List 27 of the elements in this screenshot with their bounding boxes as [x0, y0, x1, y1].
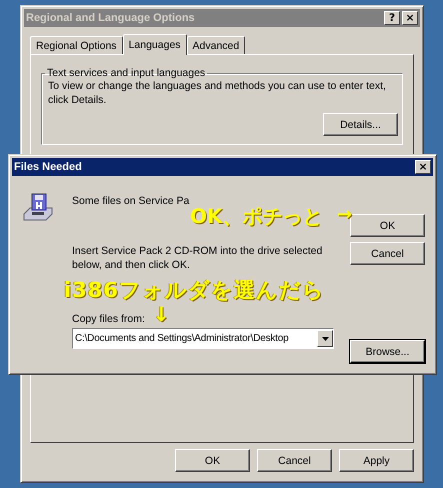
help-button[interactable]: ?: [384, 11, 400, 25]
dialog-button[interactable]: Apply: [339, 449, 414, 472]
instruction-text: Insert Service Pack 2 CD-ROM into the drive selected below, and then click OK.: [72, 244, 324, 272]
tab[interactable]: Languages: [122, 34, 187, 55]
dialog-button[interactable]: OK: [175, 449, 250, 472]
dialog-button[interactable]: Cancel: [257, 449, 332, 472]
details-button[interactable]: Details...: [323, 113, 398, 136]
dropdown-button[interactable]: [317, 330, 333, 347]
tab[interactable]: Advanced: [186, 36, 246, 54]
window-title: Regional and Language Options: [26, 12, 196, 24]
message-text: Some files on Service Pa: [72, 194, 190, 208]
cancel-button[interactable]: Cancel: [350, 242, 425, 265]
ok-button[interactable]: OK: [350, 214, 425, 237]
window-title: Files Needed: [14, 161, 83, 173]
copy-from-label: Copy files from:: [72, 312, 145, 326]
annotation-text: i386フォルダを選んだら: [64, 277, 326, 304]
caret-icon: [322, 336, 328, 340]
tab[interactable]: Regional Options: [30, 36, 123, 54]
down-arrow: ↓: [152, 302, 171, 326]
group-title: Text services and input languages: [46, 67, 206, 79]
right-arrow: →: [337, 204, 352, 225]
path-combo-box[interactable]: C:\Documents and Settings\Administrator\Desktop: [72, 328, 334, 349]
annotation-text: OK、ポチっと: [190, 203, 322, 230]
close-button[interactable]: ×: [415, 160, 431, 174]
close-button[interactable]: ×: [402, 11, 418, 25]
browse-button[interactable]: Browse...: [350, 340, 425, 363]
description-text: To view or change the languages and methods you can use to enter text, click Details.: [48, 79, 387, 107]
